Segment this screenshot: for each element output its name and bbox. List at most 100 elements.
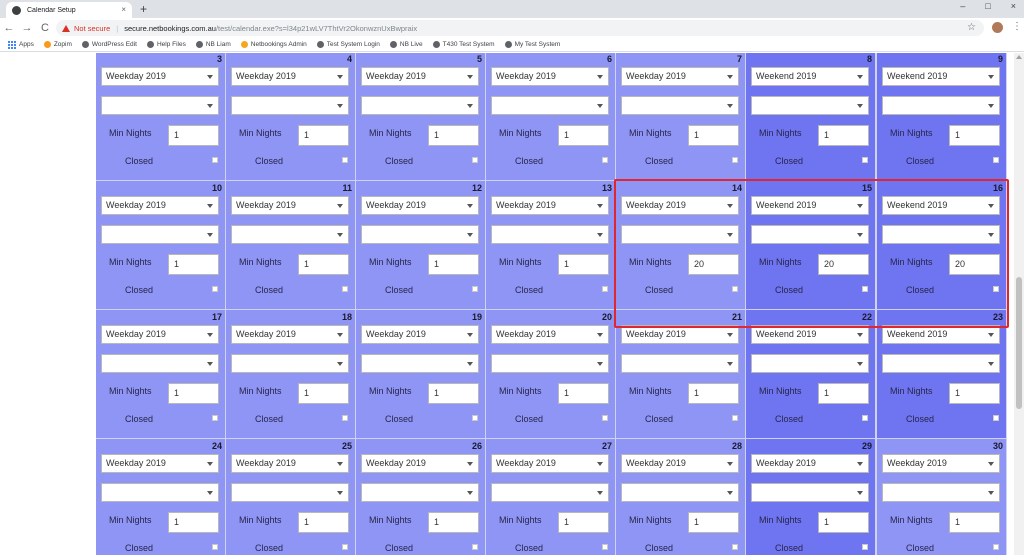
min-nights-input[interactable]: 1 (298, 383, 349, 404)
closed-checkbox[interactable] (212, 544, 218, 550)
rate-select[interactable]: Weekend 2019 (882, 67, 1000, 86)
min-nights-input[interactable]: 1 (298, 125, 349, 146)
bookmark-item[interactable]: NB Live (389, 41, 423, 48)
bookmark-item[interactable]: Netbookings Admin (240, 41, 307, 48)
address-bar[interactable]: Not secure | secure.netbookings.com.au /… (56, 20, 984, 36)
rate-select[interactable]: Weekday 2019 (491, 196, 609, 215)
closed-checkbox[interactable] (602, 286, 608, 292)
vertical-scrollbar[interactable] (1014, 53, 1024, 555)
closed-checkbox[interactable] (732, 415, 738, 421)
min-nights-input[interactable]: 20 (949, 254, 1000, 275)
secondary-select[interactable] (882, 96, 1000, 115)
rate-select[interactable]: Weekday 2019 (882, 454, 1000, 473)
closed-checkbox[interactable] (993, 157, 999, 163)
secondary-select[interactable] (751, 354, 869, 373)
rate-select[interactable]: Weekend 2019 (751, 196, 869, 215)
bookmark-item[interactable]: T430 Test System (432, 41, 495, 48)
closed-checkbox[interactable] (602, 415, 608, 421)
closed-checkbox[interactable] (342, 544, 348, 550)
secondary-select[interactable] (882, 354, 1000, 373)
closed-checkbox[interactable] (993, 415, 999, 421)
bookmark-item[interactable]: WordPress Edit (81, 41, 137, 48)
rate-select[interactable]: Weekday 2019 (231, 454, 349, 473)
closed-checkbox[interactable] (342, 286, 348, 292)
rate-select[interactable]: Weekday 2019 (361, 454, 479, 473)
min-nights-input[interactable]: 1 (688, 512, 739, 533)
rate-select[interactable]: Weekend 2019 (751, 67, 869, 86)
closed-checkbox[interactable] (862, 286, 868, 292)
rate-select[interactable]: Weekend 2019 (882, 325, 1000, 344)
rate-select[interactable]: Weekday 2019 (621, 67, 739, 86)
bookmark-item[interactable]: NB Liam (195, 41, 231, 48)
rate-select[interactable]: Weekday 2019 (361, 67, 479, 86)
closed-checkbox[interactable] (732, 544, 738, 550)
min-nights-input[interactable]: 20 (818, 254, 869, 275)
secondary-select[interactable] (751, 96, 869, 115)
min-nights-input[interactable]: 1 (428, 125, 479, 146)
close-window-icon[interactable]: × (1011, 1, 1016, 11)
min-nights-input[interactable]: 1 (168, 512, 219, 533)
closed-checkbox[interactable] (472, 415, 478, 421)
rate-select[interactable]: Weekday 2019 (101, 454, 219, 473)
bookmark-item[interactable]: Zopim (43, 41, 72, 48)
closed-checkbox[interactable] (342, 415, 348, 421)
maximize-icon[interactable]: □ (985, 1, 990, 11)
scroll-up-icon[interactable] (1016, 55, 1022, 59)
rate-select[interactable]: Weekday 2019 (491, 67, 609, 86)
min-nights-input[interactable]: 1 (558, 383, 609, 404)
closed-checkbox[interactable] (862, 415, 868, 421)
bookmark-item[interactable]: My Test System (504, 41, 560, 48)
rate-select[interactable]: Weekend 2019 (882, 196, 1000, 215)
reload-icon[interactable]: C (36, 22, 54, 34)
min-nights-input[interactable]: 1 (428, 512, 479, 533)
secondary-select[interactable] (621, 354, 739, 373)
secondary-select[interactable] (621, 483, 739, 502)
closed-checkbox[interactable] (862, 157, 868, 163)
closed-checkbox[interactable] (212, 157, 218, 163)
browser-menu-icon[interactable]: ⋮ (1012, 21, 1022, 32)
bookmark-star-icon[interactable]: ☆ (967, 22, 976, 33)
rate-select[interactable]: Weekday 2019 (621, 325, 739, 344)
browser-tab[interactable]: Calendar Setup × (6, 2, 132, 18)
closed-checkbox[interactable] (472, 286, 478, 292)
secondary-select[interactable] (882, 483, 1000, 502)
min-nights-input[interactable]: 1 (949, 125, 1000, 146)
rate-select[interactable]: Weekday 2019 (361, 196, 479, 215)
secondary-select[interactable] (882, 225, 1000, 244)
closed-checkbox[interactable] (732, 157, 738, 163)
rate-select[interactable]: Weekday 2019 (361, 325, 479, 344)
rate-select[interactable]: Weekend 2019 (751, 325, 869, 344)
secondary-select[interactable] (101, 225, 219, 244)
closed-checkbox[interactable] (212, 415, 218, 421)
secondary-select[interactable] (101, 96, 219, 115)
rate-select[interactable]: Weekday 2019 (231, 325, 349, 344)
back-icon[interactable]: ← (0, 22, 18, 34)
rate-select[interactable]: Weekday 2019 (231, 67, 349, 86)
secondary-select[interactable] (491, 225, 609, 244)
closed-checkbox[interactable] (602, 544, 608, 550)
min-nights-input[interactable]: 1 (558, 512, 609, 533)
secondary-select[interactable] (621, 225, 739, 244)
secondary-select[interactable] (491, 354, 609, 373)
closed-checkbox[interactable] (212, 286, 218, 292)
min-nights-input[interactable]: 1 (168, 254, 219, 275)
min-nights-input[interactable]: 1 (168, 383, 219, 404)
min-nights-input[interactable]: 20 (688, 254, 739, 275)
rate-select[interactable]: Weekday 2019 (491, 454, 609, 473)
min-nights-input[interactable]: 1 (168, 125, 219, 146)
min-nights-input[interactable]: 1 (688, 383, 739, 404)
min-nights-input[interactable]: 1 (949, 383, 1000, 404)
bookmark-item[interactable]: Apps (8, 40, 34, 49)
close-tab-icon[interactable]: × (121, 6, 126, 14)
secondary-select[interactable] (231, 225, 349, 244)
rate-select[interactable]: Weekday 2019 (751, 454, 869, 473)
secondary-select[interactable] (361, 354, 479, 373)
secondary-select[interactable] (751, 225, 869, 244)
min-nights-input[interactable]: 1 (949, 512, 1000, 533)
min-nights-input[interactable]: 1 (558, 125, 609, 146)
closed-checkbox[interactable] (993, 286, 999, 292)
min-nights-input[interactable]: 1 (818, 125, 869, 146)
secondary-select[interactable] (101, 483, 219, 502)
security-label[interactable]: Not secure (74, 24, 110, 33)
secondary-select[interactable] (231, 96, 349, 115)
